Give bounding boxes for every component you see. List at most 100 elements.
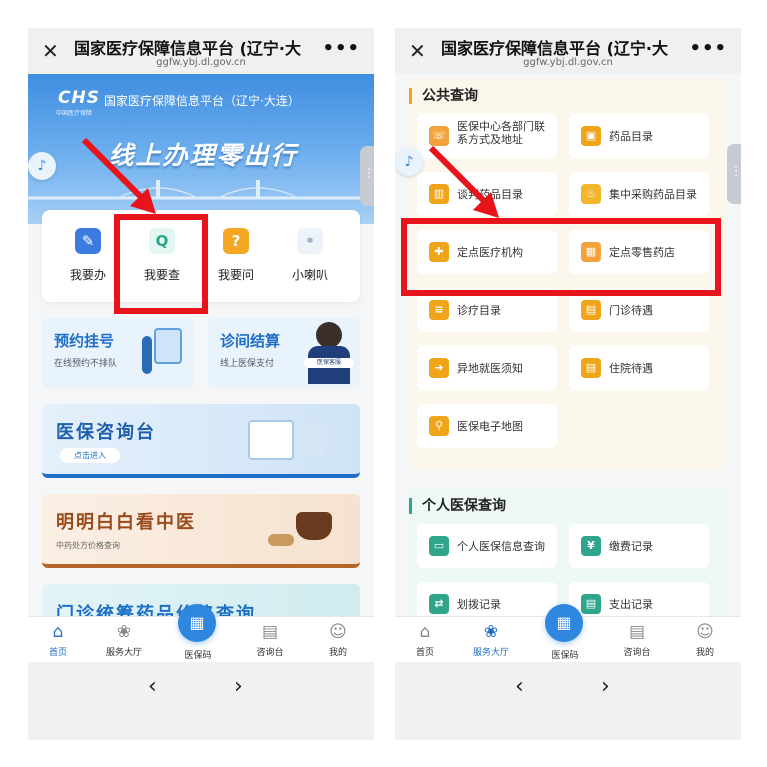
promo-tcm[interactable]: 明明白白看中医 中药处方价格查询 (42, 494, 360, 568)
red-arrow-annotation (81, 137, 156, 214)
service-hall-icon: ❀ (483, 622, 499, 642)
item-label: 个人医保信息查询 (457, 540, 545, 553)
receipt-icon: ▤ (581, 594, 601, 614)
page-title: 国家医疗保障信息平台 (辽宁·大 (74, 39, 301, 58)
quick-item-ask[interactable]: ? 我要问 (206, 228, 266, 283)
list-icon: ≡ (429, 300, 449, 320)
tab-home[interactable]: ⌂ 首页 (395, 621, 455, 658)
megaphone-icon: • (297, 228, 323, 254)
promo-subtitle: 中药处方价格查询 (56, 541, 120, 550)
item-label: 门诊待遇 (609, 304, 653, 317)
page-title: 国家医疗保障信息平台 (辽宁·大 (441, 39, 668, 58)
item-label: 集中采购药品目录 (609, 188, 697, 201)
music-note-icon[interactable]: ♪ (28, 152, 56, 180)
card-settlement[interactable]: 诊间结算 线上医保支付 医保客服 (208, 318, 360, 388)
insurance-code-button[interactable]: ▦ (178, 604, 216, 642)
more-icon[interactable]: ••• (322, 38, 360, 59)
item-label: 支出记录 (609, 598, 653, 611)
tab-label: 咨询台 (623, 648, 651, 658)
card-subtitle: 线上医保支付 (220, 359, 275, 369)
edit-doc-icon: ✎ (75, 228, 101, 254)
forward-icon[interactable]: › (601, 674, 610, 699)
music-note-icon[interactable]: ♪ (395, 148, 423, 176)
id-card-icon: ▭ (429, 536, 449, 556)
card-title: 诊间结算 (220, 332, 281, 350)
item-label: 缴费记录 (609, 540, 653, 553)
item-centralized-procurement[interactable]: ♨ 集中采购药品目录 (569, 172, 709, 216)
item-insurance-map[interactable]: ⚲ 医保电子地图 (417, 404, 557, 448)
insurance-code-button[interactable]: ▦ (545, 604, 583, 642)
item-label: 异地就医须知 (457, 362, 523, 375)
screen-illustration (248, 420, 294, 460)
item-drug-catalog[interactable]: ▣ 药品目录 (569, 114, 709, 158)
tab-label: 我的 (328, 648, 347, 658)
item-label: 住院待遇 (609, 362, 653, 375)
tab-service[interactable]: ❀ 服务大厅 (94, 621, 154, 658)
ticket-icon: ▤ (581, 358, 601, 378)
highlight-box (114, 214, 208, 314)
quick-item-handle[interactable]: ✎ 我要办 (58, 228, 118, 283)
kiosk-illustration (154, 328, 182, 364)
tab-mine[interactable]: ☺ 我的 (675, 621, 735, 658)
qr-code-icon: ▦ (189, 613, 205, 632)
ticket-icon: ▤ (581, 300, 601, 320)
tab-consult[interactable]: ▤ 咨询台 (607, 621, 667, 658)
section-title: 公共查询 (409, 88, 478, 104)
map-pin-icon: ⚲ (429, 416, 449, 436)
question-icon: ? (223, 228, 249, 254)
consult-icon: ▤ (628, 622, 646, 642)
browser-nav-bar: ‹ › (28, 662, 374, 740)
quick-label: 小喇叭 (291, 268, 328, 282)
back-icon[interactable]: ‹ (515, 674, 524, 699)
quick-label: 我要办 (69, 268, 106, 282)
item-inpatient-benefits[interactable]: ▤ 住院待遇 (569, 346, 709, 390)
quick-label: 我要问 (217, 268, 254, 282)
tab-mine[interactable]: ☺ 我的 (308, 621, 368, 658)
page-url: ggfw.ybj.dl.gov.cn (523, 57, 613, 68)
item-label: 药品目录 (609, 130, 653, 143)
browser-title-bar: ✕ 国家医疗保障信息平台 (辽宁·大 ••• ggfw.ybj.dl.gov.c… (395, 28, 741, 74)
back-icon[interactable]: ‹ (148, 674, 157, 699)
promo-title: 医保咨询台 (56, 422, 156, 443)
more-icon[interactable]: ••• (689, 38, 727, 59)
side-drawer-handle[interactable] (360, 146, 374, 206)
basket-icon: ♨ (581, 184, 601, 204)
avatar (316, 322, 342, 348)
item-label: 诊疗目录 (457, 304, 501, 317)
user-icon: ☺ (696, 622, 714, 642)
item-label: 医保电子地图 (457, 420, 523, 433)
card-subtitle: 在线预约不排队 (54, 359, 118, 369)
insurance-code-label: 医保码 (551, 651, 579, 661)
chs-logo: CHS (58, 88, 100, 108)
tab-home[interactable]: ⌂ 首页 (28, 621, 88, 658)
tab-consult[interactable]: ▤ 咨询台 (240, 621, 300, 658)
promo-title: 明明白白看中医 (56, 512, 196, 533)
home-icon: ⌂ (419, 622, 431, 642)
transfer-icon: ⇄ (429, 594, 449, 614)
card-appointment[interactable]: 预约挂号 在线预约不排队 (42, 318, 194, 388)
page-url: ggfw.ybj.dl.gov.cn (156, 57, 246, 68)
insurance-code-label: 医保码 (184, 651, 212, 661)
red-arrow-annotation (428, 145, 499, 218)
promo-consult[interactable]: 医保咨询台 点击进入 (42, 404, 360, 478)
quick-item-announce[interactable]: • 小喇叭 (280, 228, 340, 283)
tab-service[interactable]: ❀ 服务大厅 (461, 621, 521, 658)
forward-icon[interactable]: › (234, 674, 243, 699)
banner-org-name: 国家医疗保障信息平台（辽宁·大连） (104, 94, 300, 108)
tab-label: 我的 (695, 648, 714, 658)
browser-title-bar: ✕ 国家医疗保障信息平台 (辽宁·大 ••• ggfw.ybj.dl.gov.c… (28, 28, 374, 74)
item-payment-records[interactable]: ¥ 缴费记录 (569, 524, 709, 568)
herb-pot-illustration (296, 512, 332, 540)
tab-label: 服务大厅 (472, 648, 509, 658)
browser-nav-bar: ‹ › (395, 662, 741, 740)
robot-illustration (302, 422, 328, 456)
consult-icon: ▤ (261, 622, 279, 642)
tab-label: 首页 (415, 648, 434, 658)
side-drawer-handle[interactable] (727, 144, 741, 204)
item-personal-info[interactable]: ▭ 个人医保信息查询 (417, 524, 557, 568)
tab-label: 咨询台 (256, 648, 284, 658)
tab-label: 服务大厅 (105, 648, 142, 658)
avatar-badge: 医保客服 (304, 358, 354, 368)
enter-button[interactable]: 点击进入 (60, 448, 120, 463)
item-remote-care-notice[interactable]: ➜ 异地就医须知 (417, 346, 557, 390)
